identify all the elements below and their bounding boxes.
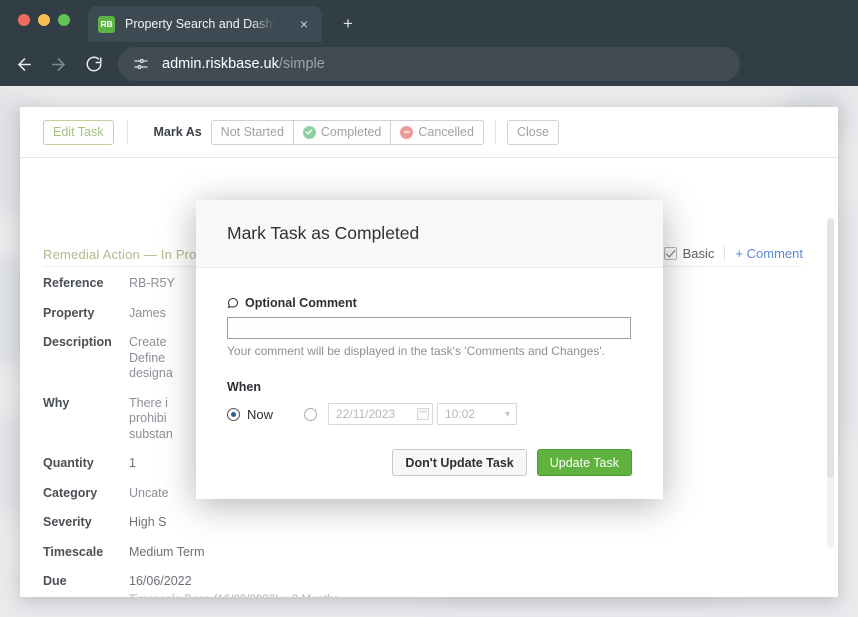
dont-update-task-button[interactable]: Don't Update Task	[392, 449, 527, 476]
field-value: Medium Term	[129, 544, 205, 559]
screen: RB Property Search and Dashbo × + admin.…	[0, 0, 858, 617]
time-input-value: 10:02	[445, 407, 476, 421]
field-value: Create Define designa	[129, 335, 173, 380]
field-label: Quantity	[43, 456, 94, 470]
field-value: 16/06/2022	[129, 574, 192, 588]
field-value-group: 16/06/2022 Timescale Base (16/03/2022) +…	[129, 574, 339, 597]
field-row-timescale: Timescale Medium Term	[20, 545, 838, 561]
scrollbar-thumb[interactable]	[827, 218, 834, 478]
field-value: RB-R5Y	[129, 276, 175, 290]
field-value: There i prohibi substan	[129, 395, 173, 441]
tab-strip: RB Property Search and Dashbo × +	[0, 0, 858, 42]
maximize-window-button[interactable]	[58, 14, 70, 26]
vertical-scrollbar[interactable]	[827, 218, 834, 548]
minus-circle-icon	[400, 125, 414, 139]
field-label: Severity	[43, 515, 92, 529]
field-value: Uncate	[129, 485, 169, 500]
favicon-icon: RB	[98, 15, 115, 33]
comment-bubble-icon	[227, 297, 239, 309]
update-task-button[interactable]: Update Task	[536, 449, 632, 476]
date-input-value: 22/11/2023	[336, 407, 396, 421]
browser-tab[interactable]: RB Property Search and Dashbo ×	[88, 6, 322, 42]
calendar-icon[interactable]	[417, 408, 430, 420]
mark-cancelled-button[interactable]: Cancelled	[391, 119, 484, 145]
field-label: Reference	[43, 276, 104, 290]
edit-task-button[interactable]: Edit Task	[43, 119, 114, 145]
check-circle-icon	[302, 125, 316, 139]
url-host: admin.riskbase.uk	[162, 56, 279, 72]
field-subvalue: Timescale Base (16/03/2022) + 3 Months	[129, 593, 339, 598]
url-text: admin.riskbase.uk/simple	[162, 56, 325, 72]
reload-icon[interactable]	[82, 52, 106, 76]
minimize-window-button[interactable]	[38, 14, 50, 26]
optional-comment-label: Optional Comment	[227, 296, 632, 310]
when-label: When	[227, 380, 262, 394]
back-icon[interactable]	[12, 52, 36, 76]
mark-not-started-button[interactable]: Not Started	[210, 119, 294, 145]
basic-toggle-area: Basic + Comment	[663, 246, 803, 261]
forward-icon[interactable]	[46, 52, 70, 76]
comment-input[interactable]	[227, 317, 631, 339]
mark-completed-button[interactable]: Completed	[293, 119, 392, 145]
date-input[interactable]: 22/11/2023	[328, 403, 434, 425]
dialog-header: Mark Task as Completed	[196, 200, 663, 268]
when-options-row: Now 22/11/2023 10:02 ▾	[227, 403, 632, 425]
mark-as-button-group: Not Started Completed Cancelled	[210, 119, 484, 145]
add-comment-link[interactable]: + Comment	[735, 246, 803, 261]
chevron-down-icon[interactable]: ▾	[505, 409, 510, 420]
close-task-button[interactable]: Close	[506, 119, 559, 145]
url-path: /simple	[278, 56, 325, 72]
basic-checkbox[interactable]	[663, 247, 677, 260]
tab-title: Property Search and Dashbo	[125, 17, 275, 31]
time-input[interactable]: 10:02 ▾	[437, 403, 518, 425]
browser-chrome: RB Property Search and Dashbo × + admin.…	[0, 0, 858, 86]
dialog-actions: Don't Update Task Update Task	[392, 449, 632, 476]
mark-cancelled-label: Cancelled	[418, 125, 474, 139]
field-value: 1	[129, 456, 136, 470]
toolbar-divider	[126, 120, 128, 144]
window-controls[interactable]	[18, 14, 70, 26]
mark-completed-label: Completed	[320, 125, 382, 139]
comment-help-text: Your comment will be displayed in the ta…	[227, 344, 605, 358]
field-value: High S	[129, 515, 167, 529]
basic-divider	[724, 246, 726, 261]
toolbar-divider-2	[494, 120, 496, 144]
field-label: Description	[43, 335, 112, 349]
field-label: Property	[43, 305, 95, 320]
close-tab-icon[interactable]: ×	[296, 16, 312, 32]
mark-task-completed-dialog: Mark Task as Completed Optional Comment …	[196, 200, 663, 499]
dialog-title: Mark Task as Completed	[227, 223, 420, 243]
task-action-toolbar: Edit Task Mark As Not Started Completed …	[20, 107, 838, 158]
field-label: Due	[43, 574, 67, 588]
dialog-body: Optional Comment Your comment will be di…	[196, 268, 663, 425]
basic-label: Basic	[682, 246, 715, 261]
field-label: Why	[43, 395, 70, 410]
address-bar[interactable]: admin.riskbase.uk/simple	[118, 47, 740, 81]
radio-now[interactable]	[227, 407, 240, 421]
close-window-button[interactable]	[18, 14, 30, 26]
browser-toolbar: admin.riskbase.uk/simple	[0, 42, 858, 86]
new-tab-icon[interactable]: +	[333, 9, 363, 39]
field-row-severity: Severity High S	[20, 515, 838, 531]
field-value: James	[129, 305, 166, 320]
optional-comment-label-text: Optional Comment	[245, 296, 357, 310]
field-row-due: Due 16/06/2022 Timescale Base (16/03/202…	[20, 574, 838, 597]
mark-as-label: Mark As	[153, 125, 202, 139]
field-label: Category	[43, 485, 98, 500]
field-label: Timescale	[43, 544, 104, 559]
radio-now-label: Now	[247, 406, 274, 422]
site-settings-icon[interactable]	[132, 55, 150, 73]
radio-specific-datetime[interactable]	[304, 407, 318, 421]
